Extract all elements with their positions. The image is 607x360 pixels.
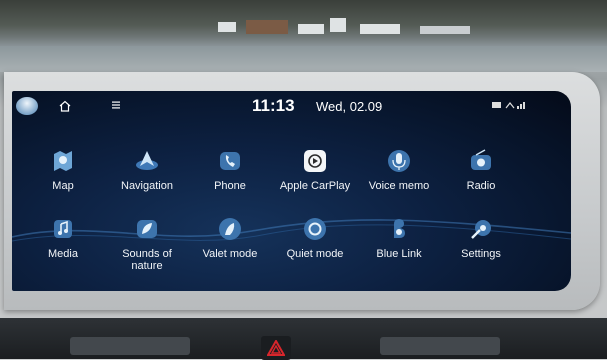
quiet-mode-icon <box>304 218 326 240</box>
app-label: Voice memo <box>368 180 430 192</box>
home-icon[interactable] <box>59 100 71 112</box>
app-quiet-mode[interactable]: Quiet mode <box>270 216 360 260</box>
app-voice-memo[interactable]: Voice memo <box>354 148 444 192</box>
status-indicators-icon <box>492 102 525 109</box>
vent-left <box>70 337 190 355</box>
app-label: Sounds of nature <box>122 248 172 272</box>
hazard-icon <box>267 340 285 356</box>
app-map[interactable]: Map <box>18 148 108 192</box>
sounds-of-nature-icon <box>137 220 157 238</box>
app-sounds-of-nature[interactable]: Sounds of nature <box>102 216 192 272</box>
app-blue-link[interactable]: Blue Link <box>354 216 444 260</box>
shoreline <box>0 0 607 46</box>
app-label: Apple CarPlay <box>279 180 351 192</box>
app-valet-mode[interactable]: Valet mode <box>185 216 275 260</box>
clock-time: 11:13 <box>252 96 295 115</box>
app-radio[interactable]: Radio <box>436 148 526 192</box>
settings-icon <box>471 220 491 239</box>
app-phone[interactable]: Phone <box>185 148 275 192</box>
app-label: Navigation <box>121 180 173 192</box>
voice-memo-icon <box>388 150 410 172</box>
brand-logo-icon[interactable] <box>16 97 38 115</box>
app-label: Settings <box>461 248 501 260</box>
media-icon <box>54 220 72 238</box>
infotainment-screen: 11:13 Wed, 02.09 Map Navigation Phone Ap… <box>12 91 571 291</box>
app-label: Quiet mode <box>286 248 344 260</box>
app-settings[interactable]: Settings <box>436 216 526 260</box>
app-media[interactable]: Media <box>18 216 108 260</box>
status-bar: 11:13 Wed, 02.09 <box>12 91 571 121</box>
menu-icon[interactable] <box>111 100 121 110</box>
app-label: Media <box>48 248 78 260</box>
radio-icon <box>471 149 491 170</box>
valet-mode-icon <box>219 218 241 240</box>
carplay-icon <box>304 150 326 172</box>
app-label: Blue Link <box>376 248 422 260</box>
phone-icon <box>220 152 240 170</box>
app-label: Valet mode <box>202 248 258 260</box>
blue-link-icon <box>394 219 405 238</box>
water <box>0 46 607 72</box>
clock-date: Wed, 02.09 <box>316 99 383 114</box>
app-apple-carplay[interactable]: Apple CarPlay <box>270 148 360 192</box>
app-label: Radio <box>466 180 496 192</box>
app-label: Phone <box>214 180 246 192</box>
hazard-button[interactable] <box>261 336 291 360</box>
vent-right <box>380 337 500 355</box>
app-navigation[interactable]: Navigation <box>102 148 192 192</box>
app-label: Map <box>52 180 74 192</box>
navigation-icon <box>136 151 158 170</box>
map-icon <box>54 151 72 171</box>
